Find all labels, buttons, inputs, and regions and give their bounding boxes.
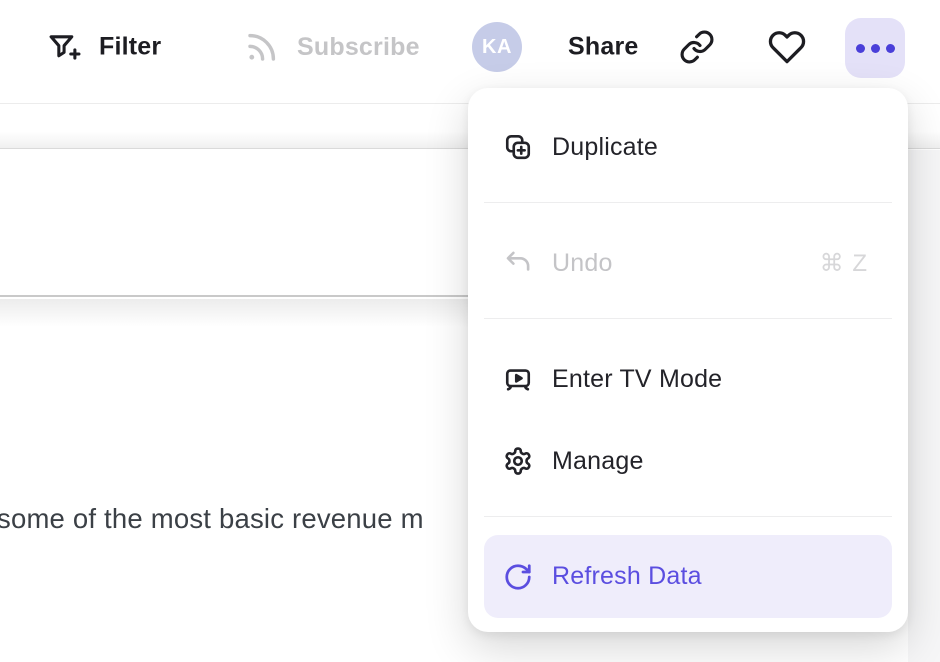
tv-mode-icon <box>503 364 533 394</box>
menu-item-refresh-data[interactable]: Refresh Data <box>484 535 892 618</box>
ellipsis-icon <box>856 44 865 53</box>
menu-item-enter-tv-mode[interactable]: Enter TV Mode <box>484 341 892 417</box>
menu-item-manage[interactable]: Manage <box>484 423 892 499</box>
menu-item-label: Undo <box>552 249 613 278</box>
heart-icon <box>768 28 806 66</box>
copy-link-button[interactable] <box>679 29 715 65</box>
menu-divider <box>484 516 892 517</box>
gear-icon <box>503 446 533 476</box>
menu-item-label: Duplicate <box>552 133 658 162</box>
more-options-button[interactable] <box>845 18 905 78</box>
duplicate-icon <box>503 132 533 162</box>
menu-divider <box>484 202 892 203</box>
avatar[interactable]: KA <box>472 22 522 72</box>
more-options-menu: Duplicate Undo ⌘ Z Enter TV Mode Manage <box>468 88 908 632</box>
filter-label: Filter <box>99 33 161 62</box>
menu-item-undo[interactable]: Undo ⌘ Z <box>484 225 892 301</box>
menu-item-shortcut: ⌘ Z <box>820 249 868 278</box>
filter-button[interactable]: Filter <box>46 30 161 65</box>
menu-divider <box>484 318 892 319</box>
page-background-strip <box>908 150 940 662</box>
rss-icon <box>244 29 280 65</box>
share-button[interactable]: Share <box>568 33 638 62</box>
menu-item-label: Enter TV Mode <box>552 365 722 394</box>
share-label: Share <box>568 33 638 62</box>
menu-item-label: Manage <box>552 447 644 476</box>
undo-icon <box>503 248 533 278</box>
subscribe-button[interactable]: Subscribe <box>244 29 420 65</box>
subscribe-label: Subscribe <box>297 33 420 62</box>
favorite-button[interactable] <box>768 28 806 66</box>
menu-item-label: Refresh Data <box>552 562 702 591</box>
avatar-initials: KA <box>482 36 512 59</box>
menu-item-duplicate[interactable]: Duplicate <box>484 109 892 185</box>
link-icon <box>679 29 715 65</box>
refresh-icon <box>503 562 533 592</box>
filter-plus-icon <box>46 30 81 65</box>
